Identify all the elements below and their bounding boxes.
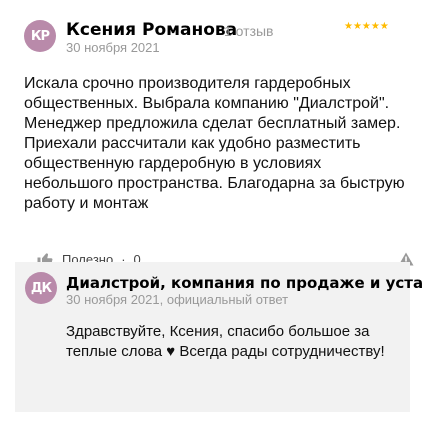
author-avatar[interactable]: КР [24, 20, 56, 52]
company-avatar-initials: ДК [30, 280, 52, 296]
company-avatar[interactable]: ДК [25, 272, 57, 304]
reply-text: Здравствуйте, Ксения, спасибо большое за… [66, 323, 385, 360]
author-avatar-initials: КР [30, 28, 50, 44]
review-date: 30 ноября 2021 [66, 40, 160, 55]
author-name[interactable]: Ксения Романова [66, 20, 237, 40]
rating-stars: ★★★★★ [344, 21, 389, 32]
reviews-count: 1 отзыв [224, 23, 274, 39]
reply-meta: 30 ноября 2021, официальный ответ [66, 292, 289, 307]
company-name[interactable]: Диалстрой, компания по продаже и уста... [66, 274, 424, 292]
review-text: Искала срочно производителя гардеробных … [24, 75, 405, 212]
